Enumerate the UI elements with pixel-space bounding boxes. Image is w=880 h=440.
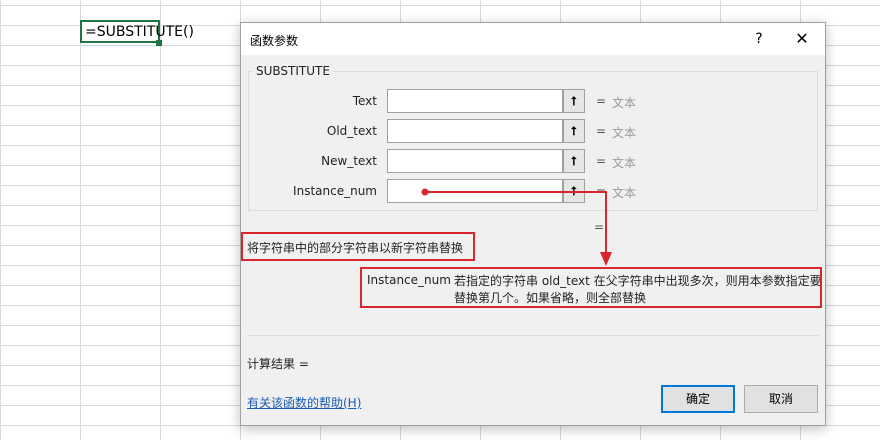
- collapse-ref-icon[interactable]: ⭡: [563, 119, 585, 143]
- arg-result-old-text: 文本: [612, 126, 637, 140]
- formula-result-equals: =: [594, 220, 605, 234]
- arg-label-instance-num: Instance_num: [293, 184, 377, 198]
- dialog-title: 函数参数: [250, 34, 299, 48]
- arg-input-old-text[interactable]: [387, 119, 563, 143]
- annotation-box-description: [241, 232, 475, 261]
- dialog-titlebar: 函数参数 ? ✕: [241, 23, 825, 55]
- arg-equals: =: [596, 184, 607, 198]
- collapse-ref-icon[interactable]: ⭡: [563, 149, 585, 173]
- fill-handle[interactable]: [156, 40, 162, 46]
- arg-result-new-text: 文本: [612, 156, 637, 170]
- close-icon[interactable]: ✕: [789, 27, 815, 51]
- divider: [247, 335, 819, 336]
- arg-label-text: Text: [352, 94, 377, 108]
- collapse-ref-icon[interactable]: ⭡: [563, 179, 585, 203]
- arg-input-text[interactable]: [387, 89, 563, 113]
- arg-input-new-text[interactable]: [387, 149, 563, 173]
- ok-button[interactable]: 确定: [661, 385, 735, 413]
- active-cell[interactable]: =SUBSTITUTE(): [80, 20, 194, 43]
- function-help-link[interactable]: 有关该函数的帮助(H): [247, 394, 361, 411]
- cancel-button[interactable]: 取消: [744, 385, 818, 413]
- annotation-box-param: [360, 267, 822, 308]
- arg-input-instance-num[interactable]: [387, 179, 563, 203]
- arg-result-instance-num: 文本: [612, 186, 637, 200]
- arg-result-text: 文本: [612, 96, 637, 110]
- function-name-legend: SUBSTITUTE: [253, 64, 333, 78]
- calc-result-label: 计算结果 =: [247, 357, 309, 371]
- function-arguments-dialog: 函数参数 ? ✕ SUBSTITUTE Text ⭡ = 文本 Old_text…: [240, 22, 826, 426]
- collapse-ref-icon[interactable]: ⭡: [563, 89, 585, 113]
- cell-formula-text: =SUBSTITUTE(): [85, 24, 194, 40]
- arg-equals: =: [596, 154, 607, 168]
- arg-label-old-text: Old_text: [326, 124, 377, 138]
- arg-label-new-text: New_text: [321, 154, 377, 168]
- arg-equals: =: [596, 124, 607, 138]
- help-icon[interactable]: ?: [746, 27, 772, 51]
- arg-equals: =: [596, 94, 607, 108]
